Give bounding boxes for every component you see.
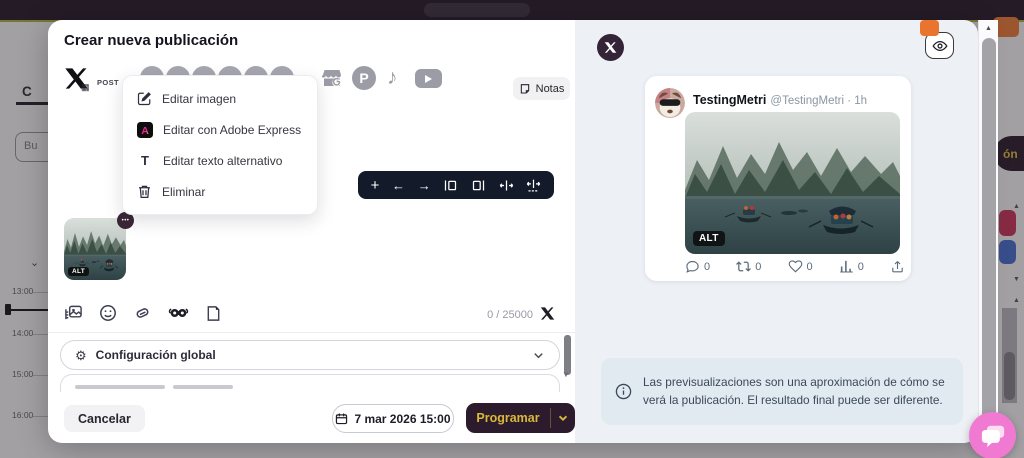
menu-item-adobe-express[interactable]: A Editar con Adobe Express <box>123 114 317 145</box>
views-stat[interactable]: 0 <box>839 259 864 274</box>
trash-icon <box>139 185 150 198</box>
schedule-button-group: Programar <box>466 403 575 433</box>
move-right-button[interactable]: → <box>418 179 431 192</box>
schedule-date-button[interactable]: 7 mar 2026 15:00 <box>332 404 454 433</box>
repost-icon <box>736 261 752 272</box>
edit-image-icon <box>137 92 151 106</box>
tweet-author: TestingMetri @TestingMetri · 1h <box>693 93 868 107</box>
menu-item-delete[interactable]: Eliminar <box>123 176 317 207</box>
repost-stat[interactable]: 0 <box>736 259 761 274</box>
alt-badge[interactable]: ALT <box>68 267 90 276</box>
move-to-first-button[interactable] <box>443 178 458 193</box>
menu-item-edit-image[interactable]: Editar imagen <box>123 83 317 114</box>
char-counter: 0 / 25000 <box>487 309 533 321</box>
pinterest-icon[interactable]: P <box>352 66 376 90</box>
stretch-horizontal-button[interactable] <box>499 178 514 193</box>
screen: C Bu ⌄ 13:00 14:00 15:00 16:00 ón ▲ ▼ ▲ … <box>0 0 1024 458</box>
scroll-down-icon[interactable]: ▼ <box>562 370 570 379</box>
schedule-options-button[interactable] <box>551 403 575 433</box>
alt-text-icon: T <box>141 153 149 168</box>
gear-icon: ⚙ <box>75 347 87 363</box>
youtube-icon[interactable] <box>415 66 442 90</box>
schedule-button[interactable]: Programar <box>466 403 550 433</box>
page-scrollbar[interactable]: ▲ ▼ <box>978 20 998 443</box>
post-type-label[interactable]: POST <box>97 78 119 87</box>
x-counter-icon <box>540 307 555 320</box>
image-arrange-toolbar: + ← → <box>358 171 554 199</box>
x-network-badge <box>597 34 624 61</box>
avatar <box>655 88 685 118</box>
global-config-row[interactable]: ⚙ Configuración global <box>60 340 560 370</box>
create-post-modal: Crear nueva publicación ▦ POST P ♪ Notas… <box>48 20 978 443</box>
adobe-express-icon: A <box>137 121 153 138</box>
preview-pane: TestingMetri @TestingMetri · 1h ALT 0 0 … <box>575 20 978 443</box>
tiktok-icon[interactable]: ♪ <box>387 66 411 90</box>
eye-icon <box>932 40 947 51</box>
reply-stat[interactable]: 0 <box>685 259 710 274</box>
tweet-handle-time: @TestingMetri · 1h <box>770 95 868 107</box>
next-config-row-clipped[interactable] <box>60 374 560 392</box>
heart-icon <box>788 260 802 273</box>
move-to-last-button[interactable] <box>471 178 486 193</box>
notification-badge[interactable] <box>920 20 939 36</box>
preview-disclaimer: Las previsualizaciones son una aproximac… <box>601 358 963 425</box>
reply-icon <box>686 260 699 273</box>
document-icon[interactable] <box>205 305 222 322</box>
svg-text:A: A <box>141 125 149 137</box>
goggles-icon[interactable] <box>168 305 189 321</box>
link-icon[interactable] <box>133 304 152 322</box>
composer-scrollbar-thumb[interactable] <box>564 335 571 375</box>
share-stat[interactable] <box>890 259 905 274</box>
add-media-icon[interactable] <box>64 304 83 322</box>
tweet-preview-card: TestingMetri @TestingMetri · 1h ALT 0 0 … <box>645 76 911 281</box>
add-image-button[interactable]: + <box>371 178 380 193</box>
emoji-icon[interactable] <box>99 304 117 322</box>
preview-visibility-button[interactable] <box>925 32 954 59</box>
distribute-horizontal-button[interactable] <box>526 178 541 193</box>
global-config-label: Configuración global <box>95 348 216 362</box>
info-icon <box>615 383 632 400</box>
note-icon <box>520 83 529 94</box>
notes-label: Notas <box>535 82 565 95</box>
notes-button[interactable]: Notas <box>513 77 570 100</box>
cancel-button[interactable]: Cancelar <box>64 405 145 432</box>
modal-title: Crear nueva publicación <box>64 32 239 49</box>
composer-actions <box>64 304 222 322</box>
chat-bubble-icon <box>981 425 1004 447</box>
attached-image-thumbnail[interactable]: ALT <box>64 218 126 280</box>
chevron-down-icon <box>558 415 568 422</box>
scroll-up-icon[interactable]: ▲ <box>985 25 992 32</box>
composer-pane: Crear nueva publicación ▦ POST P ♪ Notas… <box>48 20 575 443</box>
calendar-icon <box>336 413 348 425</box>
x-logo-icon <box>604 42 617 53</box>
disclaimer-text: Las previsualizaciones son una aproximac… <box>643 375 945 407</box>
grid-icon: ▦ <box>81 82 90 92</box>
page-scrollbar-thumb[interactable] <box>982 38 996 420</box>
share-icon <box>892 261 903 273</box>
google-business-icon[interactable] <box>320 66 344 90</box>
like-stat[interactable]: 0 <box>788 259 813 274</box>
chevron-down-icon <box>534 352 543 358</box>
divider <box>48 332 575 333</box>
chat-button[interactable] <box>969 412 1016 458</box>
alt-badge[interactable]: ALT <box>693 231 725 246</box>
tweet-image: ALT <box>685 112 900 254</box>
tweet-stats-row: 0 0 0 0 <box>685 259 905 274</box>
analytics-icon <box>840 260 853 273</box>
menu-item-alt-text[interactable]: T Editar texto alternativo <box>123 145 317 176</box>
image-context-menu: Editar imagen A Editar con Adobe Express… <box>122 75 318 215</box>
move-left-button[interactable]: ← <box>392 179 405 192</box>
